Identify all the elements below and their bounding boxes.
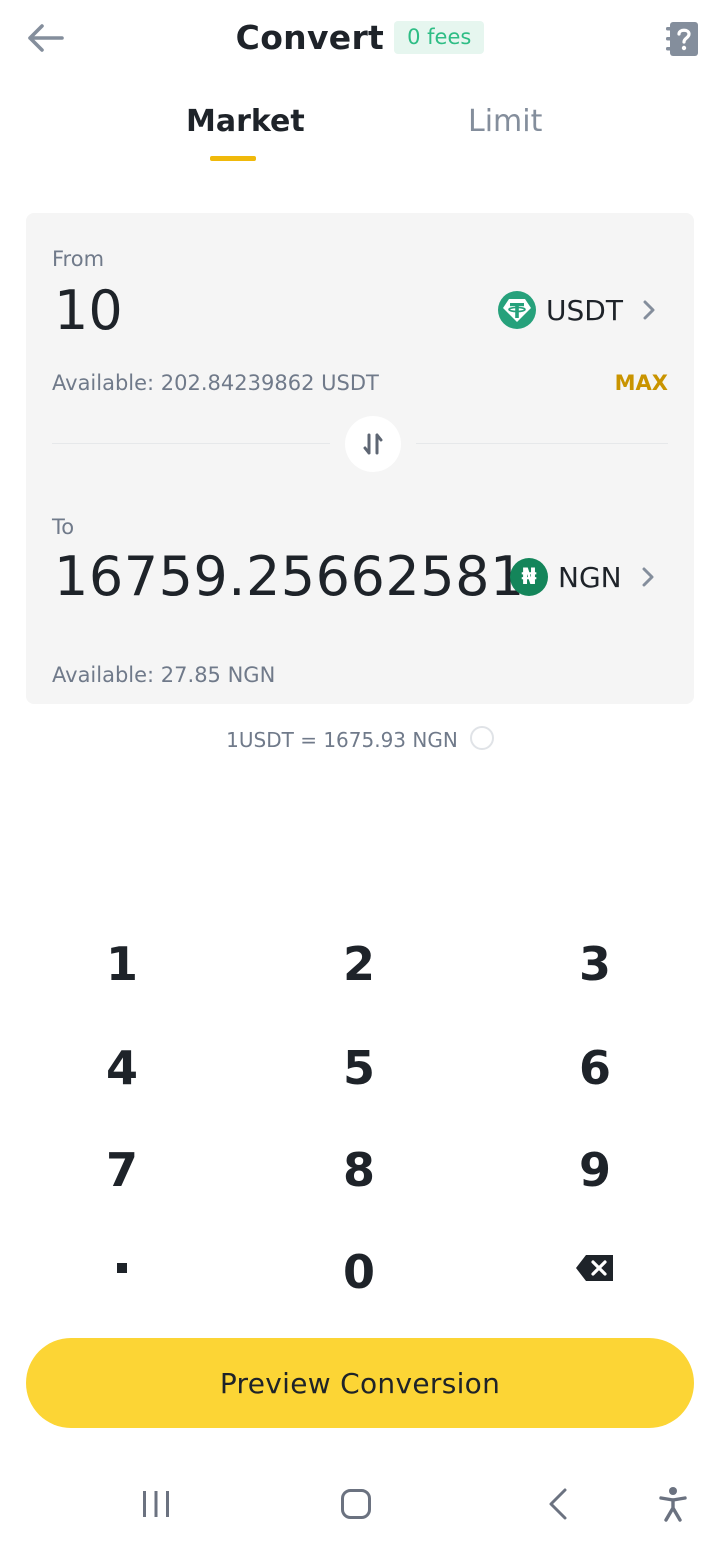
chevron-right-icon: [643, 300, 659, 320]
from-label: From: [52, 247, 105, 271]
divider-left: [52, 443, 330, 444]
swap-button[interactable]: [345, 416, 401, 472]
to-label: To: [52, 515, 75, 539]
active-tab-indicator: [210, 156, 256, 161]
key-decimal[interactable]: [4, 1216, 240, 1320]
help-button[interactable]: [664, 20, 700, 58]
recent-apps-icon: [143, 1491, 169, 1517]
to-coin-name: NGN: [558, 560, 622, 594]
ngn-coin-icon: ₦: [510, 558, 548, 596]
rate-text: 1USDT = 1675.93 NGN: [226, 728, 458, 752]
tab-bar: Market Limit: [0, 96, 720, 166]
to-coin-selector[interactable]: ₦ NGN: [510, 558, 658, 596]
backspace-icon: [576, 1255, 613, 1281]
max-button[interactable]: MAX: [615, 371, 668, 395]
page-title: Convert: [235, 18, 385, 57]
from-coin-name: USDT: [546, 293, 623, 327]
nav-home-button[interactable]: [320, 1460, 392, 1548]
home-icon: [341, 1489, 371, 1519]
key-9[interactable]: 9: [477, 1118, 713, 1222]
refresh-timer-icon: [469, 726, 494, 750]
to-available-balance: Available: 27.85 NGN: [52, 663, 276, 687]
nav-back-icon: [549, 1488, 567, 1520]
swap-arrows-icon: [363, 433, 383, 455]
key-backspace[interactable]: [477, 1216, 713, 1320]
to-amount-value: 16759.25662581: [54, 545, 525, 608]
system-nav-bar: [0, 1460, 720, 1548]
nav-back-button[interactable]: [522, 1460, 594, 1548]
key-1[interactable]: 1: [4, 912, 240, 1016]
decimal-dot-icon: [117, 1263, 127, 1273]
key-6[interactable]: 6: [477, 1016, 713, 1120]
from-coin-selector[interactable]: USDT: [498, 291, 659, 329]
key-4[interactable]: 4: [4, 1016, 240, 1120]
from-amount-input[interactable]: 10: [54, 279, 123, 342]
divider-right: [416, 443, 668, 444]
key-8[interactable]: 8: [241, 1118, 477, 1222]
top-bar: Convert 0 fees: [0, 0, 720, 80]
help-book-icon: [666, 22, 698, 56]
exchange-rate: 1USDT = 1675.93 NGN: [0, 726, 720, 752]
accessibility-button[interactable]: [648, 1460, 698, 1548]
chevron-right-icon: [642, 567, 658, 587]
key-3[interactable]: 3: [477, 912, 713, 1016]
tab-limit[interactable]: Limit: [468, 104, 542, 139]
conversion-card: From 10 USDT Available: 202.84239862 USD…: [26, 213, 694, 704]
accessibility-icon: [659, 1487, 687, 1522]
title-group: Convert 0 fees: [0, 18, 720, 57]
nav-recent-apps-button[interactable]: [120, 1460, 192, 1548]
fees-badge: 0 fees: [394, 21, 485, 54]
key-2[interactable]: 2: [241, 912, 477, 1016]
key-0[interactable]: 0: [241, 1220, 477, 1324]
key-5[interactable]: 5: [241, 1016, 477, 1120]
usdt-coin-icon: [498, 291, 536, 329]
key-7[interactable]: 7: [4, 1118, 240, 1222]
preview-conversion-button[interactable]: Preview Conversion: [26, 1338, 694, 1428]
from-available-balance: Available: 202.84239862 USDT: [52, 371, 379, 395]
tab-market[interactable]: Market: [186, 104, 305, 139]
